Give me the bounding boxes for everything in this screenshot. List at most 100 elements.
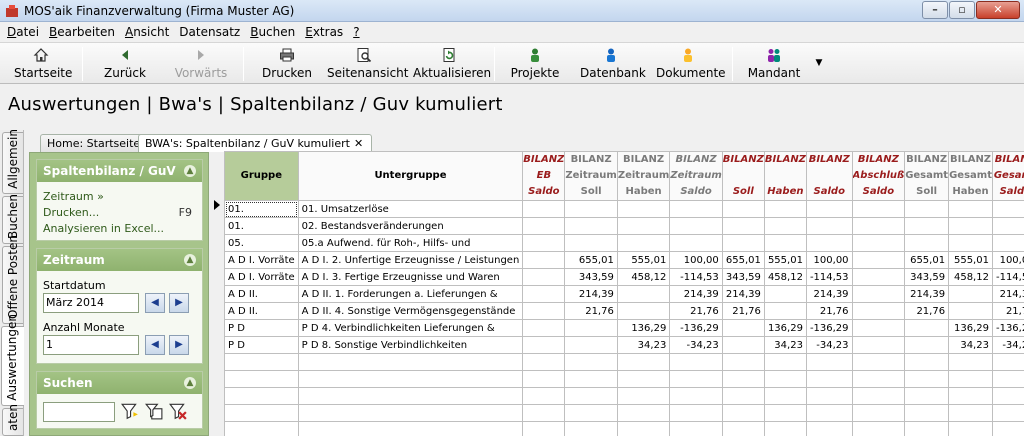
- table-cell[interactable]: [721, 336, 765, 354]
- table-cell[interactable]: [805, 370, 853, 388]
- table-cell[interactable]: [522, 200, 566, 218]
- table-cell[interactable]: 21,76: [904, 302, 950, 320]
- startdatum-input[interactable]: März 2014: [43, 293, 139, 313]
- table-cell[interactable]: [669, 234, 723, 252]
- table-cell[interactable]: [851, 302, 906, 320]
- table-cell[interactable]: [763, 285, 807, 303]
- table-cell[interactable]: [564, 336, 618, 354]
- table-cell[interactable]: A D II.: [224, 302, 299, 320]
- print-preview-button[interactable]: Seitenansicht: [327, 45, 408, 83]
- table-cell[interactable]: [948, 370, 993, 388]
- column-header[interactable]: BILANZ Soll: [721, 151, 765, 201]
- excel-link[interactable]: Analysieren in Excel...: [43, 222, 164, 235]
- table-cell[interactable]: 34,23: [948, 336, 993, 354]
- close-tab-icon[interactable]: ✕: [354, 137, 363, 150]
- table-cell[interactable]: [721, 387, 765, 405]
- table-cell[interactable]: 343,59: [721, 268, 765, 286]
- table-cell[interactable]: [564, 234, 618, 252]
- table-cell[interactable]: [904, 404, 950, 422]
- table-cell[interactable]: [904, 370, 950, 388]
- table-cell[interactable]: [721, 319, 765, 337]
- tab-home[interactable]: Home: Startseite: [40, 134, 150, 152]
- table-cell[interactable]: 655,01: [564, 251, 618, 269]
- table-cell[interactable]: 214,39: [669, 285, 723, 303]
- menu-datensatz[interactable]: Datensatz: [174, 22, 245, 42]
- table-row[interactable]: [224, 353, 1024, 371]
- table-cell[interactable]: P D: [224, 319, 299, 337]
- table-cell[interactable]: [851, 353, 906, 371]
- group-header[interactable]: Suchen ▲: [37, 372, 202, 394]
- table-row[interactable]: [224, 404, 1024, 422]
- vtab-auswertungen[interactable]: Auswertungen: [1, 314, 24, 406]
- table-cell[interactable]: 458,12: [948, 268, 993, 286]
- table-cell[interactable]: 34,23: [616, 336, 671, 354]
- table-cell[interactable]: 458,12: [763, 268, 807, 286]
- table-cell[interactable]: 21,76: [669, 302, 723, 320]
- table-cell[interactable]: [616, 234, 671, 252]
- table-cell[interactable]: [669, 200, 723, 218]
- table-cell[interactable]: -136,29: [805, 319, 853, 337]
- table-cell[interactable]: [616, 353, 671, 371]
- table-cell[interactable]: 21,76: [991, 302, 1024, 320]
- table-cell[interactable]: 02. Bestandsveränderungen: [297, 217, 524, 235]
- table-cell[interactable]: [763, 302, 807, 320]
- table-cell[interactable]: [522, 353, 566, 371]
- table-cell[interactable]: [991, 200, 1024, 218]
- table-cell[interactable]: [522, 251, 566, 269]
- table-cell[interactable]: -136,29: [669, 319, 723, 337]
- table-cell[interactable]: -114,53: [991, 268, 1024, 286]
- table-cell[interactable]: [948, 302, 993, 320]
- column-header[interactable]: BILANZ Haben: [763, 151, 807, 201]
- menu-extras[interactable]: Extras: [300, 22, 348, 42]
- table-cell[interactable]: 655,01: [721, 251, 765, 269]
- table-cell[interactable]: [851, 421, 906, 436]
- table-cell[interactable]: 05.: [224, 234, 299, 252]
- table-cell[interactable]: [297, 353, 524, 371]
- column-header[interactable]: Gruppe: [224, 151, 299, 201]
- table-cell[interactable]: [805, 421, 853, 436]
- table-cell[interactable]: 01. Umsatzerlöse: [297, 200, 524, 218]
- table-cell[interactable]: [669, 353, 723, 371]
- table-cell[interactable]: 100,00: [805, 251, 853, 269]
- collapse-icon[interactable]: ▲: [184, 165, 196, 177]
- table-cell[interactable]: [851, 234, 906, 252]
- table-cell[interactable]: [851, 217, 906, 235]
- table-cell[interactable]: [991, 353, 1024, 371]
- table-cell[interactable]: [721, 421, 765, 436]
- table-cell[interactable]: 136,29: [763, 319, 807, 337]
- print-button[interactable]: Drucken: [261, 45, 313, 83]
- table-cell[interactable]: [904, 387, 950, 405]
- table-cell[interactable]: A D I. Vorräte: [224, 268, 299, 286]
- table-cell[interactable]: [522, 336, 566, 354]
- table-cell[interactable]: [948, 353, 993, 371]
- table-cell[interactable]: A D II. 4. Sonstige Vermögensgegenstände: [297, 302, 524, 320]
- database-button[interactable]: Datenbank: [580, 45, 646, 83]
- table-cell[interactable]: [763, 353, 807, 371]
- menu-help[interactable]: ?: [348, 22, 364, 42]
- table-cell[interactable]: -114,53: [669, 268, 723, 286]
- table-cell[interactable]: [564, 370, 618, 388]
- table-cell[interactable]: [948, 234, 993, 252]
- table-cell[interactable]: [669, 421, 723, 436]
- table-cell[interactable]: [805, 200, 853, 218]
- table-cell[interactable]: [904, 336, 950, 354]
- table-cell[interactable]: P D 4. Verbindlichkeiten Lieferungen &: [297, 319, 524, 337]
- table-cell[interactable]: 214,39: [564, 285, 618, 303]
- table-cell[interactable]: [851, 387, 906, 405]
- table-cell[interactable]: [763, 387, 807, 405]
- table-cell[interactable]: 343,59: [564, 268, 618, 286]
- column-header[interactable]: BILANZ Abschluß Saldo: [851, 151, 906, 201]
- table-cell[interactable]: A D II. 1. Forderungen a. Lieferungen &: [297, 285, 524, 303]
- table-cell[interactable]: A D II.: [224, 285, 299, 303]
- table-cell[interactable]: [224, 370, 299, 388]
- table-cell[interactable]: [522, 421, 566, 436]
- menu-datei[interactable]: Datei: [2, 22, 44, 42]
- group-header[interactable]: Spaltenbilanz / GuV ▲: [37, 160, 202, 182]
- table-row[interactable]: P DP D 8. Sonstige Verbindlichkeiten 34,2…: [224, 336, 1024, 354]
- table-cell[interactable]: [991, 217, 1024, 235]
- table-cell[interactable]: [522, 234, 566, 252]
- table-cell[interactable]: [948, 200, 993, 218]
- table-cell[interactable]: 01.: [224, 217, 299, 235]
- table-cell[interactable]: [224, 353, 299, 371]
- column-header[interactable]: BILANZGesamtSaldo: [991, 151, 1024, 201]
